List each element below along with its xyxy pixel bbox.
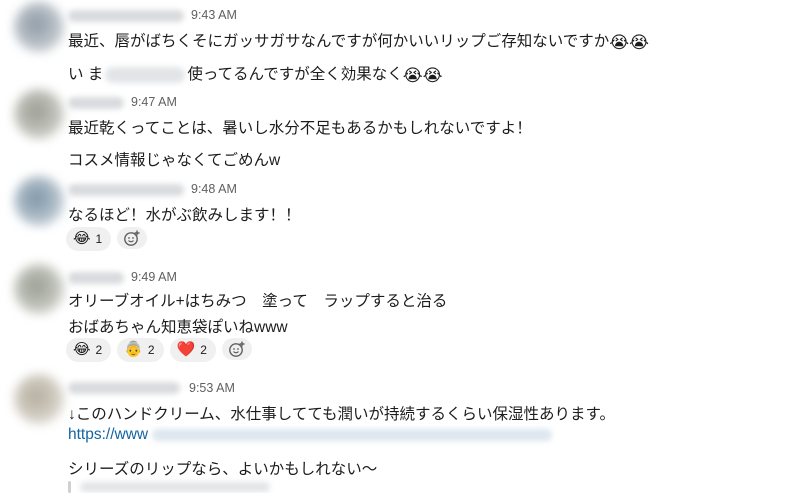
- message-text: コスメ情報じゃなくてごめんw: [68, 152, 281, 169]
- timestamp[interactable]: 9:43 AM: [191, 8, 237, 22]
- laughing-emoji: 😂: [73, 341, 91, 358]
- avatar[interactable]: [14, 89, 64, 139]
- user-name-redacted[interactable]: [68, 184, 184, 196]
- message-text: おばあちゃん知恵袋ぽいねwww: [68, 319, 288, 336]
- add-reaction-icon: [229, 341, 245, 357]
- timestamp[interactable]: 9:49 AM: [131, 270, 177, 284]
- add-reaction-button[interactable]: [221, 338, 252, 360]
- avatar[interactable]: [14, 2, 64, 52]
- add-reaction-icon: [124, 230, 140, 246]
- message-text: 最近、唇がばちくそにガッサガサなんですが何かいいリップご存知ないですか😭😭: [68, 29, 649, 52]
- timestamp[interactable]: 9:47 AM: [131, 95, 177, 109]
- message-text: オリーブオイル+はちみつ 塗って ラップすると治る: [68, 293, 448, 310]
- message-text: シリーズのリップなら、よいかもしれない〜: [68, 461, 378, 478]
- redacted-text: [105, 66, 186, 83]
- reaction-count: 2: [95, 343, 103, 357]
- message-text-line: 使ってるんですが全く効果なく: [187, 66, 403, 83]
- message-text: い ま使ってるんですが全く効果なく😭😭: [68, 62, 443, 85]
- laughing-emoji: 😂: [73, 230, 91, 247]
- user-name-redacted[interactable]: [68, 97, 124, 109]
- reaction-laughing[interactable]: 😂 2: [66, 338, 112, 362]
- crying-emoji: 😭: [609, 33, 630, 52]
- reaction-grandma[interactable]: 👵 2: [117, 338, 164, 362]
- message-text-line: 最近、唇がばちくそにガッサガサなんですが何かいいリップご存知ないですか: [68, 33, 610, 50]
- reaction-bar: 😂 1: [66, 227, 148, 251]
- heart-emoji: ❤️: [176, 341, 196, 358]
- message-text: 最近乾くってことは、暑いし水分不足もあるかもしれないですよ！: [68, 120, 532, 137]
- avatar[interactable]: [14, 374, 64, 424]
- crying-emoji: 😭: [629, 33, 650, 52]
- user-name-redacted[interactable]: [68, 10, 184, 22]
- avatar[interactable]: [14, 176, 64, 226]
- reaction-count: 2: [147, 343, 155, 357]
- message-text: なるほど！水がぶ飲みします！！: [68, 207, 301, 224]
- crying-emoji: 😭: [422, 66, 443, 85]
- user-name-redacted[interactable]: [68, 382, 180, 394]
- attachment-preview-bar: [68, 481, 71, 493]
- message-text-line: い ま: [68, 66, 104, 83]
- add-reaction-button[interactable]: [117, 227, 148, 249]
- reaction-heart[interactable]: ❤️ 2: [169, 338, 216, 362]
- reaction-laughing[interactable]: 😂 1: [66, 227, 112, 251]
- link-text[interactable]: https://www: [68, 426, 148, 443]
- crying-emoji: 😭: [402, 66, 423, 85]
- grandma-emoji: 👵: [124, 341, 143, 358]
- timestamp[interactable]: 9:53 AM: [189, 381, 235, 395]
- user-name-redacted[interactable]: [68, 272, 124, 284]
- reaction-count: 1: [95, 232, 103, 246]
- redacted-attachment: [80, 482, 270, 492]
- timestamp[interactable]: 9:48 AM: [191, 182, 237, 196]
- reaction-count: 2: [200, 343, 207, 357]
- message-text: ↓このハンドクリーム、水仕事してても潤いが持続するくらい保湿性あります。: [68, 406, 615, 423]
- avatar[interactable]: [14, 264, 64, 314]
- reaction-bar: 😂 2 👵 2 ❤️ 2: [66, 338, 252, 362]
- redacted-link: [152, 428, 553, 441]
- message-link[interactable]: https://www: [68, 426, 553, 444]
